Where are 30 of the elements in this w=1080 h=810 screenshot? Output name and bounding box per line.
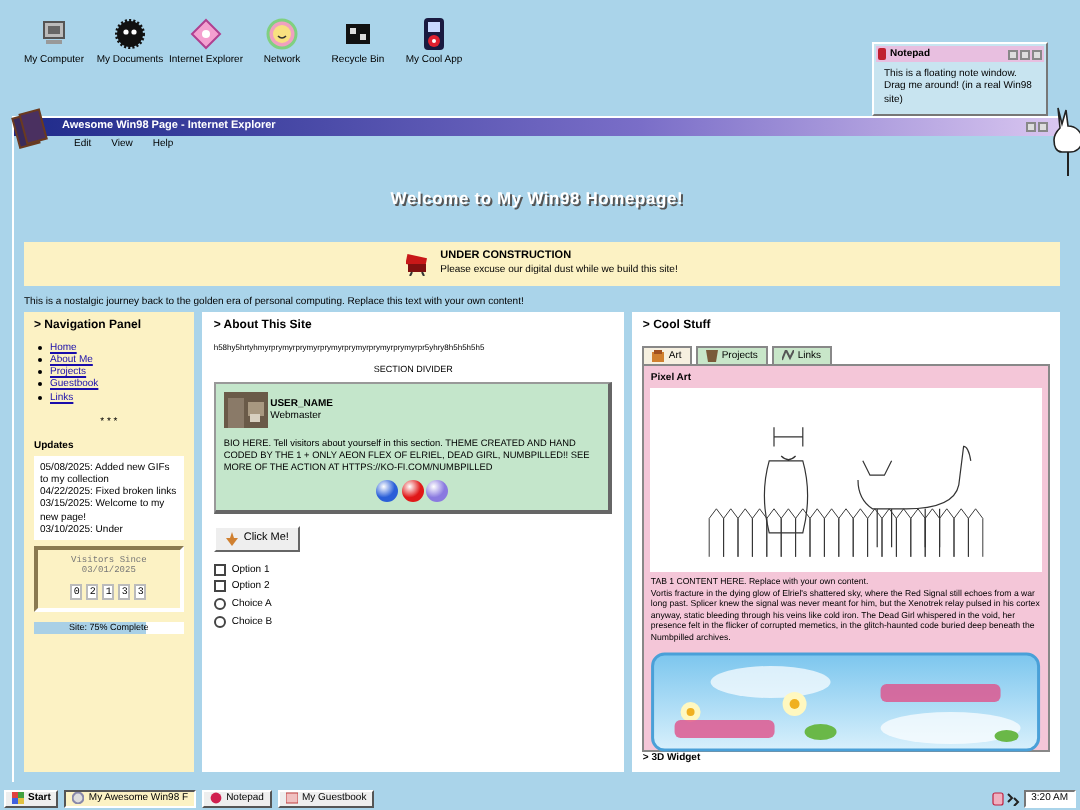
page-heading: Welcome to My Win98 Homepage! [390,187,684,209]
orb-icon[interactable] [425,479,448,502]
tab-icon [705,349,718,362]
checkbox[interactable] [213,580,226,593]
smiley-icon [266,18,298,50]
close-button[interactable] [1032,49,1042,59]
maximize-button[interactable] [1020,49,1030,59]
fuzzball-icon [114,18,146,50]
notepad-icon [878,48,886,60]
radio-button[interactable] [213,615,226,628]
maximize-button[interactable] [1038,122,1048,132]
checkered-icon [342,18,374,50]
diamond-icon [190,18,222,50]
tab-icon [652,349,665,362]
computer-icon [38,18,70,50]
orb-icon[interactable] [401,479,424,502]
windows-logo-icon [12,792,24,804]
app-icon [285,792,298,804]
checkbox[interactable] [213,563,226,576]
minimize-button[interactable] [1008,49,1018,59]
orb-icon[interactable] [376,479,399,502]
music-player-icon [418,18,450,50]
radio-button[interactable] [213,598,226,611]
cards-icon [10,108,54,152]
app-icon [210,792,223,804]
tray-icon [992,791,1005,805]
app-icon [72,792,85,804]
tab-icon [781,349,794,362]
barrier-icon [406,253,429,275]
minimize-button[interactable] [1026,122,1036,132]
